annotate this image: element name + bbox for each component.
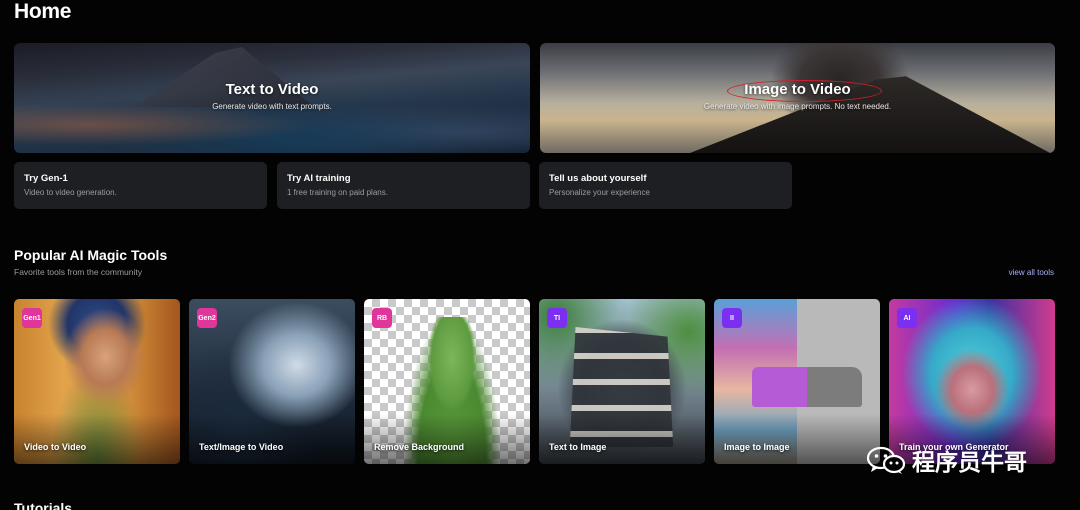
card-subtitle: Personalize your experience <box>549 188 650 197</box>
tool-label: Text to Image <box>549 442 607 452</box>
page-title: Home <box>14 0 72 23</box>
card-title: Tell us about yourself <box>549 173 647 184</box>
tool-badge: Gen2 <box>197 308 217 328</box>
card-subtitle: Video to video generation. <box>24 188 117 197</box>
tool-badge: RB <box>372 308 392 328</box>
watermark-text: 程序员牛哥 <box>912 450 1027 476</box>
hero-title: Text to Video <box>225 81 319 98</box>
tool-card-text-to-image[interactable]: TI Text to Image <box>539 299 705 464</box>
hero-image-to-video[interactable]: Image to Video Generate video with image… <box>540 43 1055 153</box>
tool-label: Remove Background <box>374 442 465 452</box>
section-subtitle: Favorite tools from the community <box>14 267 143 277</box>
card-title: Try Gen-1 <box>24 173 68 184</box>
tool-badge: II <box>722 308 742 328</box>
tool-badge: Gen1 <box>22 308 42 328</box>
wechat-icon <box>866 446 906 474</box>
view-all-tools-link[interactable]: view all tools <box>1009 268 1054 277</box>
tool-card-video-to-video[interactable]: Gen1 Video to Video <box>14 299 180 464</box>
try-gen1-card[interactable]: Try Gen-1 Video to video generation. <box>14 162 267 209</box>
tool-card-remove-background[interactable]: RB Remove Background <box>364 299 530 464</box>
tutorials-section-title: Tutorials <box>14 500 73 510</box>
tell-us-about-yourself-card[interactable]: Tell us about yourself Personalize your … <box>539 162 792 209</box>
section-title: Popular AI Magic Tools <box>14 247 168 263</box>
card-subtitle: 1 free training on paid plans. <box>287 188 388 197</box>
building-image <box>569 327 674 447</box>
try-ai-training-card[interactable]: Try AI training 1 free training on paid … <box>277 162 530 209</box>
card-title: Try AI training <box>287 173 351 184</box>
hero-subtitle: Generate video with text prompts. <box>212 102 332 111</box>
tool-label: Image to Image <box>724 442 790 452</box>
watermark: 程序员牛哥 <box>866 443 1027 477</box>
tool-label: Text/Image to Video <box>199 442 284 452</box>
car-image <box>752 367 862 407</box>
tool-card-text-image-to-video[interactable]: Gen2 Text/Image to Video <box>189 299 355 464</box>
tool-badge: TI <box>547 308 567 328</box>
tool-label: Video to Video <box>24 442 87 452</box>
tool-badge: AI <box>897 308 917 328</box>
annotation-ellipse <box>727 80 882 102</box>
tool-card-train-your-own-generator[interactable]: AI Train your own Generator <box>889 299 1055 464</box>
hero-text-to-video[interactable]: Text to Video Generate video with text p… <box>14 43 530 153</box>
tool-card-image-to-image[interactable]: II Image to Image <box>714 299 880 464</box>
hero-subtitle: Generate video with image prompts. No te… <box>703 102 892 111</box>
